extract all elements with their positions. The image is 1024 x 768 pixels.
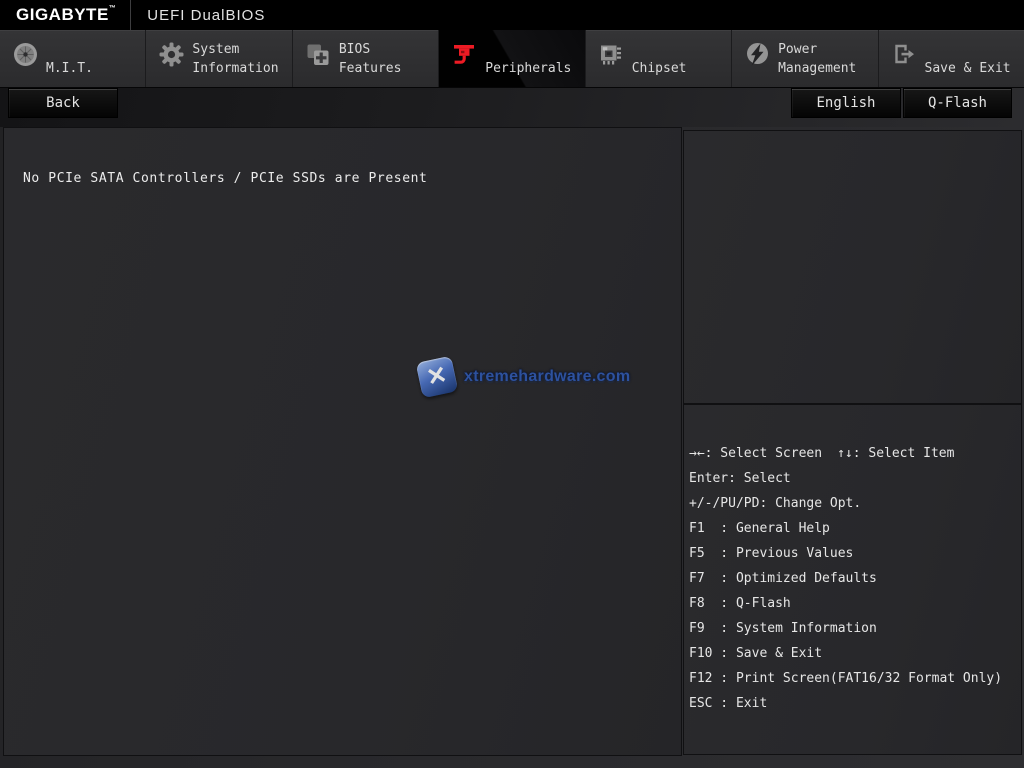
sub-header: Back English Q-Flash bbox=[0, 88, 1024, 127]
xtremehardware-watermark: ✕ xtremehardware.com bbox=[419, 359, 630, 395]
help-line-select: →←: Select Screen ↑↓: Select Item bbox=[689, 441, 1017, 466]
topbar-divider bbox=[130, 0, 131, 30]
tab-label-peripherals: Peripherals bbox=[485, 59, 582, 78]
tab-label-bios-features: BIOS Features bbox=[339, 40, 436, 78]
x-glyph: ✕ bbox=[425, 363, 450, 391]
no-pcie-controllers-message: No PCIe SATA Controllers / PCIe SSDs are… bbox=[23, 171, 427, 186]
tab-label-system-information: System Information bbox=[192, 40, 289, 78]
help-line: F5 : Previous Values bbox=[689, 541, 1017, 566]
qflash-button[interactable]: Q-Flash bbox=[903, 88, 1012, 118]
gigabyte-logo: GIGABYTE™ bbox=[16, 5, 116, 25]
tab-bios-features[interactable]: BIOS Features bbox=[292, 30, 438, 87]
gear-icon bbox=[158, 41, 185, 68]
watermark-text: xtremehardware.com bbox=[464, 368, 630, 386]
tab-peripherals[interactable]: Peripherals bbox=[438, 30, 584, 87]
help-line: F1 : General Help bbox=[689, 516, 1017, 541]
tab-save-exit[interactable]: Save & Exit bbox=[878, 30, 1024, 87]
tab-label-chipset: Chipset bbox=[632, 59, 729, 78]
bios-chip-icon bbox=[305, 41, 332, 68]
trademark-symbol: ™ bbox=[109, 5, 117, 12]
help-line: F10 : Save & Exit bbox=[689, 641, 1017, 666]
help-line: ESC : Exit bbox=[689, 691, 1017, 716]
peripherals-plug-icon bbox=[451, 41, 478, 68]
key-help-list: →←: Select Screen ↑↓: Select Item Enter: … bbox=[684, 405, 1021, 716]
help-line: +/-/PU/PD: Change Opt. bbox=[689, 491, 1017, 516]
top-bar: GIGABYTE™ UEFI DualBIOS bbox=[0, 0, 1024, 30]
item-help-preview-panel bbox=[683, 130, 1022, 404]
back-button[interactable]: Back bbox=[8, 88, 118, 118]
help-line: F8 : Q-Flash bbox=[689, 591, 1017, 616]
tab-chipset[interactable]: Chipset bbox=[585, 30, 731, 87]
select-screen-hint: →←: Select Screen bbox=[689, 446, 822, 461]
help-line: Enter: Select bbox=[689, 466, 1017, 491]
mit-dial-icon bbox=[12, 41, 39, 68]
language-button[interactable]: English bbox=[791, 88, 901, 118]
menu-tab-bar: M.I.T. System Information bbox=[0, 30, 1024, 88]
tab-label-mit: M.I.T. bbox=[46, 59, 143, 78]
xtremehardware-x-logo-icon: ✕ bbox=[416, 356, 459, 399]
tab-system-information[interactable]: System Information bbox=[145, 30, 291, 87]
tab-label-power-management: Power Management bbox=[778, 40, 875, 78]
select-item-hint: ↑↓: Select Item bbox=[837, 446, 954, 461]
uefi-dualbios-title: UEFI DualBIOS bbox=[147, 7, 265, 24]
key-help-panel: →←: Select Screen ↑↓: Select Item Enter: … bbox=[683, 404, 1022, 755]
help-line: F12 : Print Screen(FAT16/32 Format Only) bbox=[689, 666, 1017, 691]
chipset-icon bbox=[598, 41, 625, 68]
tab-power-management[interactable]: Power Management bbox=[731, 30, 877, 87]
save-exit-icon bbox=[891, 41, 918, 68]
tab-mit[interactable]: M.I.T. bbox=[0, 30, 145, 87]
tab-label-save-exit: Save & Exit bbox=[925, 59, 1022, 78]
uefi-bios-screen: GIGABYTE™ UEFI DualBIOS M.I.T. bbox=[0, 0, 1024, 768]
help-line: F7 : Optimized Defaults bbox=[689, 566, 1017, 591]
main-content-panel: No PCIe SATA Controllers / PCIe SSDs are… bbox=[3, 127, 682, 756]
power-bolt-icon bbox=[744, 41, 771, 68]
help-line: F9 : System Information bbox=[689, 616, 1017, 641]
